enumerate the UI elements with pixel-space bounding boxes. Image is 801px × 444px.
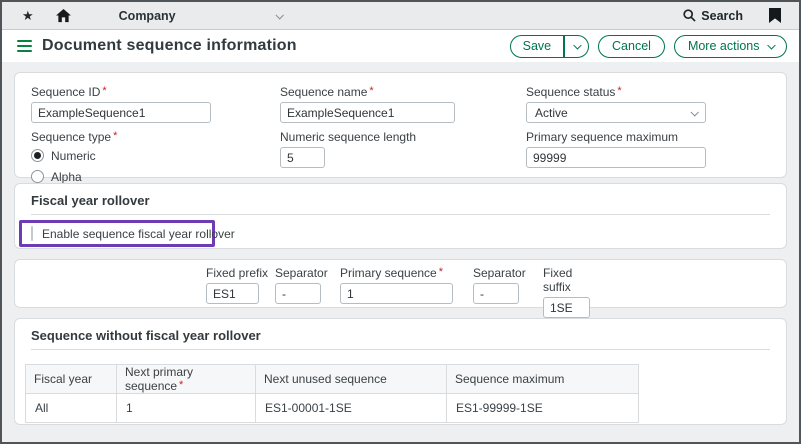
table-row: All 1 ES1-00001-1SE ES1-99999-1SE — [26, 394, 639, 423]
sequence-type-label: Sequence type* — [31, 130, 280, 144]
sequence-type-numeric-option[interactable]: Numeric — [31, 147, 280, 164]
sequence-list-icon — [17, 37, 32, 54]
header-actions: Save Cancel More actions — [510, 35, 787, 58]
cell-next-primary-sequence[interactable]: 1 — [117, 394, 256, 423]
section-divider — [31, 349, 770, 350]
numeric-sequence-length-label: Numeric sequence length — [280, 130, 526, 144]
col-sequence-maximum: Sequence maximum — [447, 365, 639, 394]
search-label: Search — [701, 9, 743, 23]
more-actions-label: More actions — [688, 39, 760, 53]
section-divider — [31, 214, 770, 215]
fixed-prefix-label: Fixed prefix — [206, 266, 275, 280]
primary-sequence-input[interactable] — [340, 283, 453, 304]
page-title: Document sequence information — [42, 37, 297, 55]
fiscal-year-rollover-heading: Fiscal year rollover — [31, 193, 770, 208]
cell-fiscal-year: All — [26, 394, 117, 423]
favorites-star-icon[interactable]: ★ — [22, 8, 34, 24]
sequence-without-rollover-heading: Sequence without fiscal year rollover — [31, 328, 770, 343]
search-button[interactable]: Search — [683, 9, 743, 23]
search-icon — [683, 9, 696, 22]
numeric-sequence-length-input[interactable] — [280, 147, 325, 168]
app-window: ★ Company Search Document sequence infor… — [0, 0, 801, 444]
chevron-down-icon — [573, 41, 581, 49]
enable-rollover-checkbox[interactable] — [31, 226, 33, 241]
fixed-suffix-input[interactable] — [543, 297, 590, 318]
fixed-prefix-input[interactable] — [206, 283, 259, 304]
chevron-down-icon — [767, 41, 775, 49]
sequence-status-value: Active — [535, 106, 568, 120]
separator-2-label: Separator — [473, 266, 543, 280]
bookmark-icon[interactable] — [769, 8, 781, 23]
fixed-suffix-label: Fixed suffix — [543, 266, 593, 294]
more-actions-button[interactable]: More actions — [674, 35, 787, 58]
save-button-label[interactable]: Save — [511, 39, 564, 53]
sequence-table: Fiscal year Next primary sequence* Next … — [25, 364, 639, 423]
radio-numeric-label: Numeric — [51, 149, 96, 163]
chevron-down-icon — [690, 108, 698, 116]
primary-sequence-maximum-label: Primary sequence maximum — [526, 130, 770, 144]
cancel-button[interactable]: Cancel — [598, 35, 665, 58]
enable-rollover-checkbox-label: Enable sequence fiscal year rollover — [42, 227, 235, 241]
table-header-row: Fiscal year Next primary sequence* Next … — [26, 365, 639, 394]
sequence-name-input[interactable] — [280, 102, 455, 123]
general-info-card: Sequence ID* Sequence type* Numeric Alph… — [14, 72, 787, 178]
radio-alpha-label: Alpha — [51, 170, 82, 184]
col-next-primary-sequence: Next primary sequence* — [117, 365, 256, 394]
cell-next-unused-sequence: ES1-00001-1SE — [256, 394, 447, 423]
sequence-id-input[interactable] — [31, 102, 211, 123]
fiscal-year-rollover-card: Fiscal year rollover Enable sequence fis… — [14, 183, 787, 249]
chevron-down-icon — [275, 11, 283, 19]
cell-sequence-maximum: ES1-99999-1SE — [447, 394, 639, 423]
company-menu[interactable]: Company — [119, 9, 282, 23]
home-icon[interactable] — [56, 9, 71, 23]
save-button[interactable]: Save — [510, 35, 589, 58]
radio-numeric[interactable] — [31, 149, 44, 162]
col-next-unused-sequence: Next unused sequence — [256, 365, 447, 394]
sequence-without-rollover-card: Sequence without fiscal year rollover Fi… — [14, 318, 787, 425]
radio-alpha[interactable] — [31, 170, 44, 183]
sequence-name-label: Sequence name* — [280, 85, 526, 99]
save-dropdown-button[interactable] — [565, 43, 589, 49]
primary-sequence-maximum-input[interactable] — [526, 147, 706, 168]
top-navigation-bar: ★ Company Search — [2, 2, 799, 30]
separator-2-input[interactable] — [473, 283, 519, 304]
sequence-status-label: Sequence status* — [526, 85, 770, 99]
separator-1-input[interactable] — [275, 283, 321, 304]
sequence-format-card: Fixed prefix Separator Primary sequence*… — [14, 259, 787, 308]
sequence-id-label: Sequence ID* — [31, 85, 280, 99]
col-fiscal-year: Fiscal year — [26, 365, 117, 394]
sequence-status-select[interactable]: Active — [526, 102, 706, 123]
separator-1-label: Separator — [275, 266, 340, 280]
primary-sequence-label: Primary sequence* — [340, 266, 473, 280]
page-content: Sequence ID* Sequence type* Numeric Alph… — [2, 62, 799, 425]
annotation-highlight-box: Enable sequence fiscal year rollover — [19, 220, 215, 247]
company-menu-label: Company — [119, 9, 176, 23]
page-header: Document sequence information Save Cance… — [2, 30, 799, 62]
